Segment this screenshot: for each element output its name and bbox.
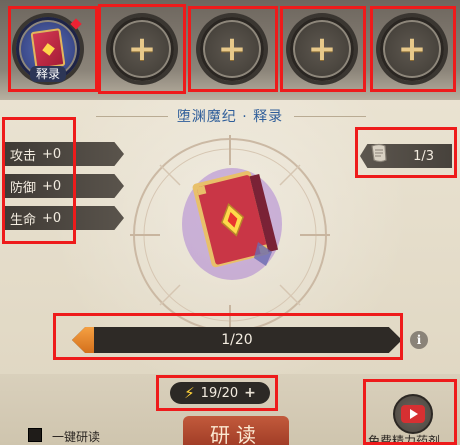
stat-name: 防御 (10, 180, 37, 196)
energy-value: 19/20 (200, 385, 239, 401)
energy-counter[interactable]: ⚡ 19/20 + (170, 382, 270, 404)
video-ad-button[interactable] (393, 394, 433, 434)
book-icon (30, 28, 66, 70)
stat-hp: 生命 +0 (4, 206, 124, 230)
slot-label: 释录 (29, 66, 67, 82)
plus-icon: + (217, 29, 247, 69)
add-energy-icon[interactable]: + (244, 385, 256, 401)
study-progress-bar: 1/20 (72, 327, 402, 353)
stat-value: +0 (42, 178, 62, 194)
plus-icon: + (307, 29, 337, 69)
empty-slot-4[interactable]: + (372, 8, 452, 90)
scroll-icon (371, 143, 387, 163)
pages-value: 1/3 (413, 148, 434, 164)
active-codex-slot[interactable]: 释录 (8, 8, 88, 90)
empty-slot-3[interactable]: + (282, 8, 362, 90)
info-icon[interactable]: i (410, 331, 428, 349)
progress-label: 1/20 (221, 332, 253, 348)
free-potion-label: 免费精力药剂 (368, 434, 441, 445)
empty-slot-2[interactable]: + (192, 8, 272, 90)
stat-defense: 防御 +0 (4, 174, 124, 198)
one-click-checkbox[interactable] (28, 428, 42, 442)
one-click-label: 一键研读 (52, 430, 101, 444)
stat-value: +0 (42, 146, 62, 162)
plus-icon: + (397, 29, 427, 69)
stat-value: +0 (42, 210, 62, 226)
stat-name: 生命 (10, 212, 37, 228)
plus-icon: + (127, 29, 157, 69)
lightning-icon: ⚡ (184, 384, 195, 402)
empty-slot-1[interactable]: + (102, 8, 182, 90)
codex-book-icon[interactable] (180, 162, 285, 282)
stat-attack: 攻击 +0 (4, 142, 124, 166)
play-video-icon (401, 405, 425, 423)
study-button[interactable]: 研读 (183, 416, 289, 445)
stat-name: 攻击 (10, 148, 37, 164)
codex-title: 堕渊魔纪 · 释录 (176, 109, 284, 125)
